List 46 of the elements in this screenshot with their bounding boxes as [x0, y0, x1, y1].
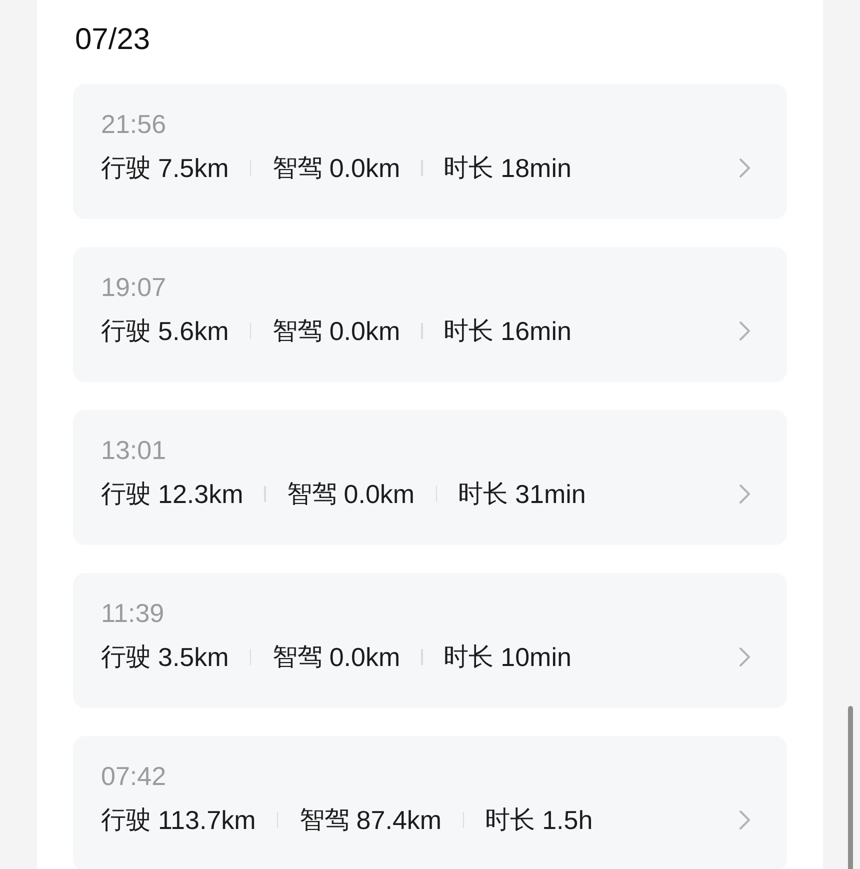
stat-label: 时长: [444, 642, 494, 673]
stat-value: 31min: [515, 478, 586, 511]
stat-label: 行驶: [101, 805, 151, 836]
trip-time: 13:01: [101, 434, 166, 467]
stat-label: 行驶: [101, 316, 151, 347]
stat-value: 18min: [500, 152, 572, 185]
chevron-right-icon: [739, 484, 751, 504]
stat-value: 7.5km: [158, 152, 229, 185]
date-header: 07/23: [75, 22, 150, 58]
stat-label: 时长: [444, 153, 494, 184]
trip-card[interactable]: 07:42 行驶 113.7km 智驾 87.4km 时长 1.5h: [73, 736, 787, 869]
stat-value: 16min: [500, 315, 572, 348]
chevron-right-icon: [739, 321, 751, 341]
stat-value: 87.4km: [356, 804, 442, 837]
stat-label: 智驾: [272, 153, 322, 184]
chevron-right-icon: [739, 647, 751, 667]
stat-label: 时长: [444, 316, 494, 347]
stat-value: 12.3km: [158, 478, 244, 511]
stat-value: 1.5h: [542, 804, 593, 837]
stat-value: 0.0km: [329, 152, 400, 185]
trip-time: 19:07: [101, 271, 166, 304]
stat-label: 智驾: [272, 316, 322, 347]
stat-label: 时长: [485, 805, 536, 836]
trip-card[interactable]: 21:56 行驶 7.5km 智驾 0.0km 时长 18min: [73, 84, 787, 219]
stat-label: 智驾: [272, 642, 322, 673]
stat-label: 智驾: [299, 805, 350, 836]
stat-value: 3.5km: [158, 641, 229, 674]
stat-value: 0.0km: [329, 641, 400, 674]
stat-label: 行驶: [101, 153, 151, 184]
stat-value: 5.6km: [158, 315, 229, 348]
stat-label: 时长: [458, 479, 508, 510]
chevron-right-icon: [739, 158, 751, 178]
trip-time: 21:56: [101, 108, 166, 141]
trip-time: 07:42: [101, 760, 166, 793]
stat-value: 0.0km: [344, 478, 415, 511]
stat-label: 行驶: [101, 642, 151, 673]
trip-time: 11:39: [101, 597, 164, 630]
stat-value: 10min: [500, 641, 572, 674]
chevron-right-icon: [739, 810, 751, 830]
stat-value: 113.7km: [158, 804, 256, 837]
stat-label: 智驾: [286, 479, 337, 510]
stat-label: 行驶: [101, 479, 151, 510]
trip-card[interactable]: 19:07 行驶 5.6km 智驾 0.0km 时长 16min: [73, 247, 787, 382]
trip-card[interactable]: 13:01 行驶 12.3km 智驾 0.0km 时长 31min: [73, 410, 787, 545]
stat-value: 0.0km: [329, 315, 400, 348]
trip-card[interactable]: 11:39 行驶 3.5km 智驾 0.0km 时长 10min: [73, 573, 787, 708]
